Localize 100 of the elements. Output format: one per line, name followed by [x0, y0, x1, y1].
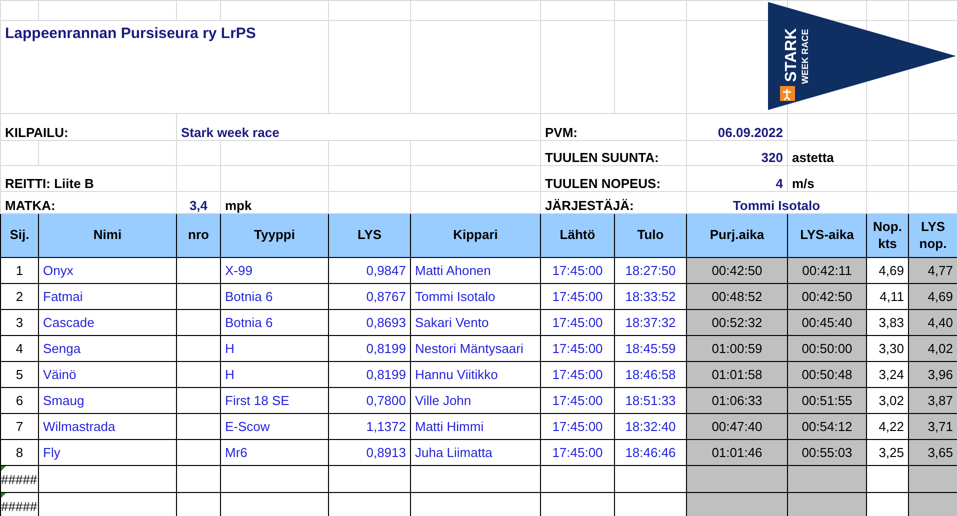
race-date: 06.09.2022	[718, 125, 783, 140]
table-cell: Tommi Isotalo	[415, 289, 496, 304]
field-label: MATKA:	[5, 198, 56, 213]
table-cell: 3,83	[878, 315, 904, 330]
table-cell: 00:50:00	[802, 341, 852, 356]
table-cell: Fatmai	[43, 289, 83, 304]
table-cell: 0,8199	[366, 367, 406, 382]
column-header: nro	[188, 227, 209, 242]
table-cell: 00:55:03	[802, 445, 852, 460]
table-cell: 0,8693	[366, 315, 406, 330]
table-cell: First 18 SE	[225, 393, 290, 408]
table-cell: 00:48:52	[712, 289, 762, 304]
column-header: Nimi	[93, 227, 122, 242]
column-header: LYS	[357, 227, 382, 242]
table-cell: Juha Liimatta	[415, 445, 492, 460]
table-cell: 01:06:33	[712, 393, 762, 408]
table-cell: Sakari Vento	[415, 315, 489, 330]
table-cell: 3,30	[878, 341, 904, 356]
table-cell: 00:42:11	[802, 263, 852, 278]
table-cell: 3,87	[928, 393, 953, 408]
field-label: PVM:	[545, 125, 578, 140]
table-cell: 4,69	[928, 289, 953, 304]
column-header: Nop. kts	[873, 219, 902, 250]
table-cell: E-Scow	[225, 419, 270, 434]
table-cell: 18:45:59	[625, 341, 676, 356]
unit-label: m/s	[792, 176, 814, 191]
table-cell: Smaug	[43, 393, 84, 408]
field-label: JÄRJESTÄJÄ:	[545, 198, 634, 213]
table-cell: Hannu Viitikko	[415, 367, 498, 382]
table-cell: Onyx	[43, 263, 74, 278]
table-cell: 18:32:40	[625, 419, 676, 434]
table-cell: 00:42:50	[712, 263, 762, 278]
table-cell: Nestori Mäntysaari	[415, 341, 524, 356]
column-header: Sij.	[10, 227, 30, 242]
table-cell: 00:47:40	[712, 419, 762, 434]
race-name: Stark week race	[181, 125, 280, 140]
table-cell: 0,8199	[366, 341, 406, 356]
table-cell: 8	[16, 445, 24, 460]
table-cell: 1,1372	[366, 419, 406, 434]
table-cell: Fly	[43, 445, 60, 460]
table-cell: 3	[16, 315, 24, 330]
column-header: Kippari	[453, 227, 498, 242]
table-cell: Ville John	[415, 393, 472, 408]
table-cell: 17:45:00	[552, 289, 603, 304]
table-cell: Väinö	[43, 367, 76, 382]
organizer-name: Tommi Isotalo	[732, 198, 820, 213]
wind-speed: 4	[776, 176, 783, 191]
table-cell: 00:51:55	[802, 393, 852, 408]
table-cell: 18:46:58	[625, 367, 676, 382]
table-cell: Cascade	[43, 315, 94, 330]
table-cell: 18:37:32	[625, 315, 676, 330]
table-cell: 00:50:48	[802, 367, 852, 382]
table-cell: 0,7800	[366, 393, 406, 408]
column-header: LYS-aika	[800, 227, 854, 242]
table-cell: 5	[16, 367, 24, 382]
table-cell: 4,22	[878, 419, 904, 434]
table-cell: 01:01:46	[712, 445, 762, 460]
table-cell: 18:27:50	[625, 263, 676, 278]
table-cell: Botnia 6	[225, 289, 273, 304]
table-cell: 2	[16, 289, 24, 304]
table-cell: 4,77	[928, 263, 953, 278]
table-cell: 01:00:59	[712, 341, 762, 356]
table-cell: 17:45:00	[552, 419, 603, 434]
table-cell: #####	[1, 472, 38, 486]
column-header: Purj.aika	[710, 227, 764, 242]
route-label: REITTI: Liite B	[5, 176, 94, 191]
table-cell: 3,02	[878, 393, 904, 408]
unit-label: mpk	[225, 198, 252, 213]
table-cell: 0,8913	[366, 445, 406, 460]
distance-value: 3,4	[189, 198, 208, 213]
table-cell: 00:52:32	[712, 315, 762, 330]
table-cell: 18:51:33	[625, 393, 676, 408]
pennant-logo: STARK WEEK RACE	[768, 2, 956, 110]
table-cell: 7	[16, 419, 24, 434]
table-cell: 17:45:00	[552, 341, 603, 356]
table-cell: 18:33:52	[625, 289, 676, 304]
field-label: TUULEN NOPEUS:	[545, 176, 661, 191]
table-cell: Senga	[43, 341, 81, 356]
table-cell: Wilmastrada	[43, 419, 116, 434]
table-cell: 01:01:58	[712, 367, 762, 382]
field-label: TUULEN SUUNTA:	[545, 150, 659, 165]
table-cell: 3,71	[928, 419, 953, 434]
table-cell: H	[225, 341, 234, 356]
table-cell: 4	[16, 341, 24, 356]
table-cell: X-99	[225, 263, 252, 278]
table-cell: Botnia 6	[225, 315, 273, 330]
table-cell: 0,8767	[366, 289, 406, 304]
table-cell: 17:45:00	[552, 263, 603, 278]
table-cell: Matti Ahonen	[415, 263, 491, 278]
table-cell: 17:45:00	[552, 367, 603, 382]
table-cell: 17:45:00	[552, 393, 603, 408]
table-cell: 3,65	[928, 445, 953, 460]
column-header: Tyyppi	[254, 227, 295, 242]
table-cell: 4,40	[928, 315, 953, 330]
table-cell: 4,69	[878, 263, 904, 278]
table-cell: #####	[1, 498, 38, 514]
table-cell: 4,02	[928, 341, 953, 356]
table-cell: 00:54:12	[802, 419, 852, 434]
table-cell: 17:45:00	[552, 315, 603, 330]
table-cell: 17:45:00	[552, 445, 603, 460]
